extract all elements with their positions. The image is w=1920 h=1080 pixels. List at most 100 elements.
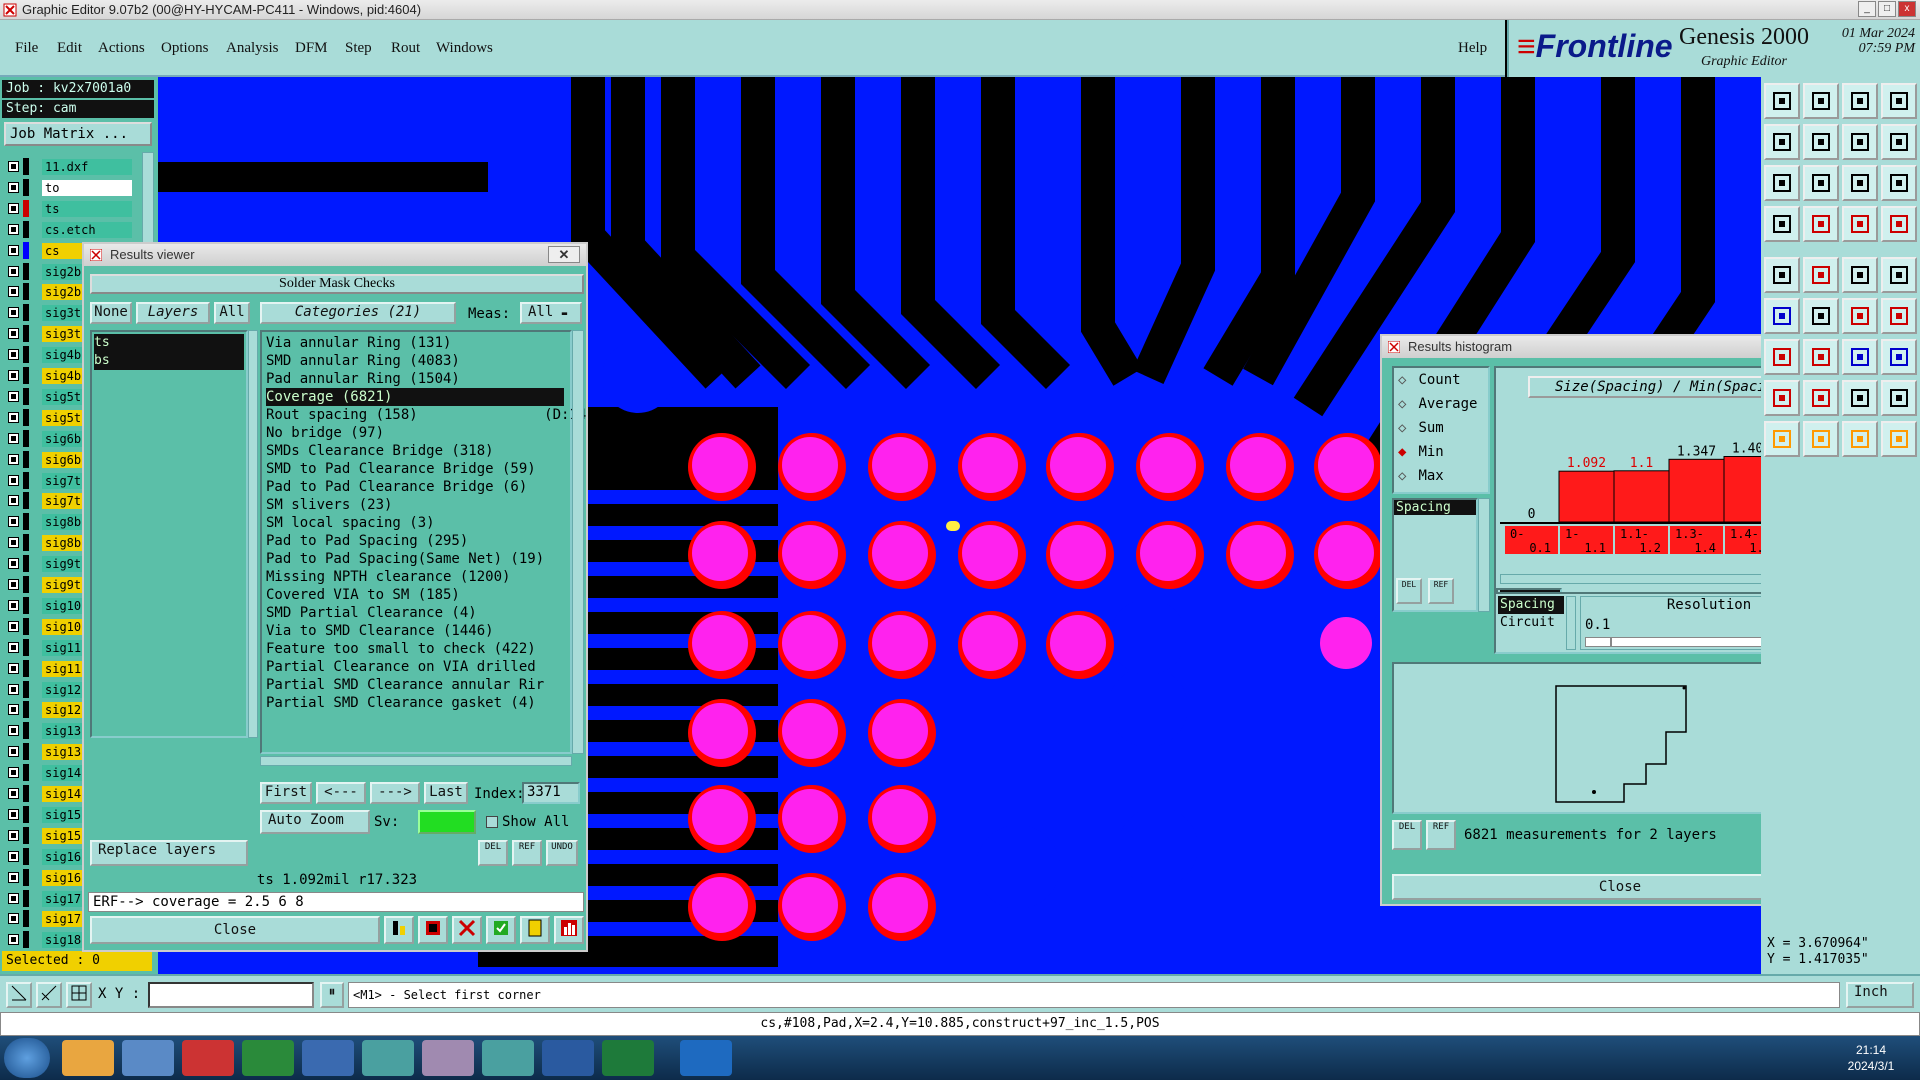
- layer-checkbox[interactable]: [8, 808, 19, 820]
- toolbar-tool-icon[interactable]: [1764, 257, 1800, 293]
- category-item[interactable]: Pad to Pad Spacing(Same Net) (19): [266, 550, 564, 568]
- layer-name[interactable]: cs.etch: [42, 221, 132, 238]
- layer-row[interactable]: 11.dxf: [6, 158, 156, 176]
- del-button[interactable]: DEL: [1392, 820, 1422, 850]
- layer-color-swatch[interactable]: [23, 596, 29, 614]
- histogram-bar[interactable]: [1613, 470, 1670, 523]
- toolbar-tool-icon[interactable]: [1881, 257, 1917, 293]
- layer-row[interactable]: to: [6, 178, 156, 197]
- job-matrix-button[interactable]: Job Matrix ...: [4, 122, 152, 146]
- layer-color-swatch[interactable]: [23, 889, 29, 907]
- layer-checkbox[interactable]: [8, 662, 19, 674]
- layer-checkbox[interactable]: [8, 558, 19, 570]
- menu-help[interactable]: Help: [1458, 40, 1487, 57]
- layer-color-swatch[interactable]: [23, 868, 29, 886]
- toolbar-tool-icon[interactable]: [1803, 165, 1839, 201]
- layer-checkbox[interactable]: [8, 286, 19, 298]
- layer-color-swatch[interactable]: [23, 617, 29, 635]
- taskbar-app-icon[interactable]: [182, 1040, 234, 1076]
- category-item[interactable]: SMD annular Ring (4083): [266, 352, 564, 370]
- layer-color-swatch[interactable]: [23, 158, 29, 175]
- none-button[interactable]: None: [90, 302, 132, 324]
- layer-color-swatch[interactable]: [23, 241, 29, 259]
- layer-checkbox[interactable]: [8, 892, 19, 904]
- layer-checkbox[interactable]: [8, 871, 19, 883]
- list-item[interactable]: bs: [94, 352, 244, 370]
- layer-color-swatch[interactable]: [23, 534, 29, 552]
- layer-color-swatch[interactable]: [23, 367, 29, 384]
- type-list-scrollbar[interactable]: [1478, 498, 1490, 612]
- layer-checkbox[interactable]: [8, 307, 19, 319]
- mode-radio[interactable]: ◇ Max: [1398, 468, 1444, 484]
- layer-color-swatch[interactable]: [23, 743, 29, 761]
- layer-checkbox[interactable]: [8, 788, 19, 799]
- layer-checkbox[interactable]: [8, 579, 19, 590]
- layer-color-swatch[interactable]: [23, 931, 29, 949]
- layer-list-scrollbar[interactable]: [248, 330, 258, 738]
- layer-color-swatch[interactable]: [23, 325, 29, 343]
- mode-radio[interactable]: ◇ Sum: [1398, 420, 1444, 436]
- toolbar-tool-icon[interactable]: [1842, 257, 1878, 293]
- toolbar-tool-icon[interactable]: [1764, 124, 1800, 160]
- layer-color-swatch[interactable]: [23, 659, 29, 677]
- taskbar-app-icon[interactable]: [62, 1040, 114, 1076]
- layer-color-swatch[interactable]: [23, 826, 29, 844]
- menu-file[interactable]: File: [15, 40, 38, 57]
- toolbar-tool-icon[interactable]: [1803, 206, 1839, 242]
- histogram-icon[interactable]: [554, 916, 584, 944]
- toolbar-tool-icon[interactable]: [1842, 380, 1878, 416]
- toolbar-tool-icon[interactable]: [1842, 339, 1878, 375]
- toolbar-tool-icon[interactable]: [1764, 83, 1800, 119]
- category-item[interactable]: SMDs Clearance Bridge (318): [266, 442, 564, 460]
- layer-checkbox[interactable]: [8, 704, 19, 716]
- categories-button[interactable]: Categories (21): [260, 302, 456, 324]
- toolbar-tool-icon[interactable]: [1881, 421, 1917, 457]
- layer-checkbox[interactable]: [8, 453, 19, 465]
- category-item[interactable]: Missing NPTH clearance (1200): [266, 568, 564, 586]
- layer-name[interactable]: ts: [42, 200, 132, 217]
- category-list[interactable]: Via annular Ring (131) SMD annular Ring (…: [260, 330, 595, 754]
- start-button[interactable]: [4, 1038, 50, 1078]
- layer-color-swatch[interactable]: [23, 722, 29, 740]
- toolbar-tool-icon[interactable]: [1842, 83, 1878, 119]
- taskbar-app-icon[interactable]: [482, 1040, 534, 1076]
- layer-color-swatch[interactable]: [23, 513, 29, 531]
- results-viewer-titlebar[interactable]: Results viewer ✕: [84, 244, 586, 266]
- toolbar-tool-icon[interactable]: [1881, 206, 1917, 242]
- category-item[interactable]: SM local spacing (3): [266, 514, 564, 532]
- toolbar-tool-icon[interactable]: [1881, 339, 1917, 375]
- category-item[interactable]: Rout spacing (158) (D:14): [266, 406, 595, 424]
- category-item[interactable]: No bridge (97): [266, 424, 564, 442]
- display-icon[interactable]: [418, 916, 448, 944]
- layer-color-swatch[interactable]: [23, 576, 29, 593]
- undo-button[interactable]: UNDO: [546, 840, 578, 866]
- layer-color-swatch[interactable]: [23, 492, 29, 510]
- toolbar-tool-icon[interactable]: [1803, 83, 1839, 119]
- res-scrollbar[interactable]: [1566, 596, 1576, 650]
- units-select[interactable]: Inch: [1846, 982, 1914, 1008]
- layer-checkbox[interactable]: [8, 370, 19, 381]
- taskbar-app-icon[interactable]: [362, 1040, 414, 1076]
- prev-button[interactable]: <---: [316, 782, 366, 804]
- xy-input[interactable]: [148, 982, 314, 1008]
- menu-edit[interactable]: Edit: [57, 40, 82, 57]
- layer-color-swatch[interactable]: [23, 847, 29, 865]
- layer-color-swatch[interactable]: [23, 199, 29, 217]
- list-item[interactable]: Spacing: [1394, 500, 1476, 515]
- cross-icon[interactable]: [452, 916, 482, 944]
- taskbar-app-icon[interactable]: [602, 1040, 654, 1076]
- layer-checkbox[interactable]: [8, 390, 19, 402]
- layer-checkbox[interactable]: [8, 746, 19, 758]
- menu-windows[interactable]: Windows: [436, 40, 493, 57]
- ref-button[interactable]: REF: [1428, 578, 1454, 604]
- toolbar-tool-icon[interactable]: [1764, 206, 1800, 242]
- menu-options[interactable]: Options: [161, 40, 209, 57]
- layer-color-swatch[interactable]: [23, 178, 29, 196]
- layer-results-list[interactable]: ts bs: [90, 330, 248, 738]
- layer-color-swatch[interactable]: [23, 638, 29, 656]
- layer-checkbox[interactable]: [8, 913, 19, 925]
- category-item[interactable]: Partial SMD Clearance annular Rir: [266, 676, 564, 694]
- list-item[interactable]: ts: [94, 334, 244, 352]
- taskbar-app-icon[interactable]: [242, 1040, 294, 1076]
- layer-checkbox[interactable]: [8, 328, 19, 340]
